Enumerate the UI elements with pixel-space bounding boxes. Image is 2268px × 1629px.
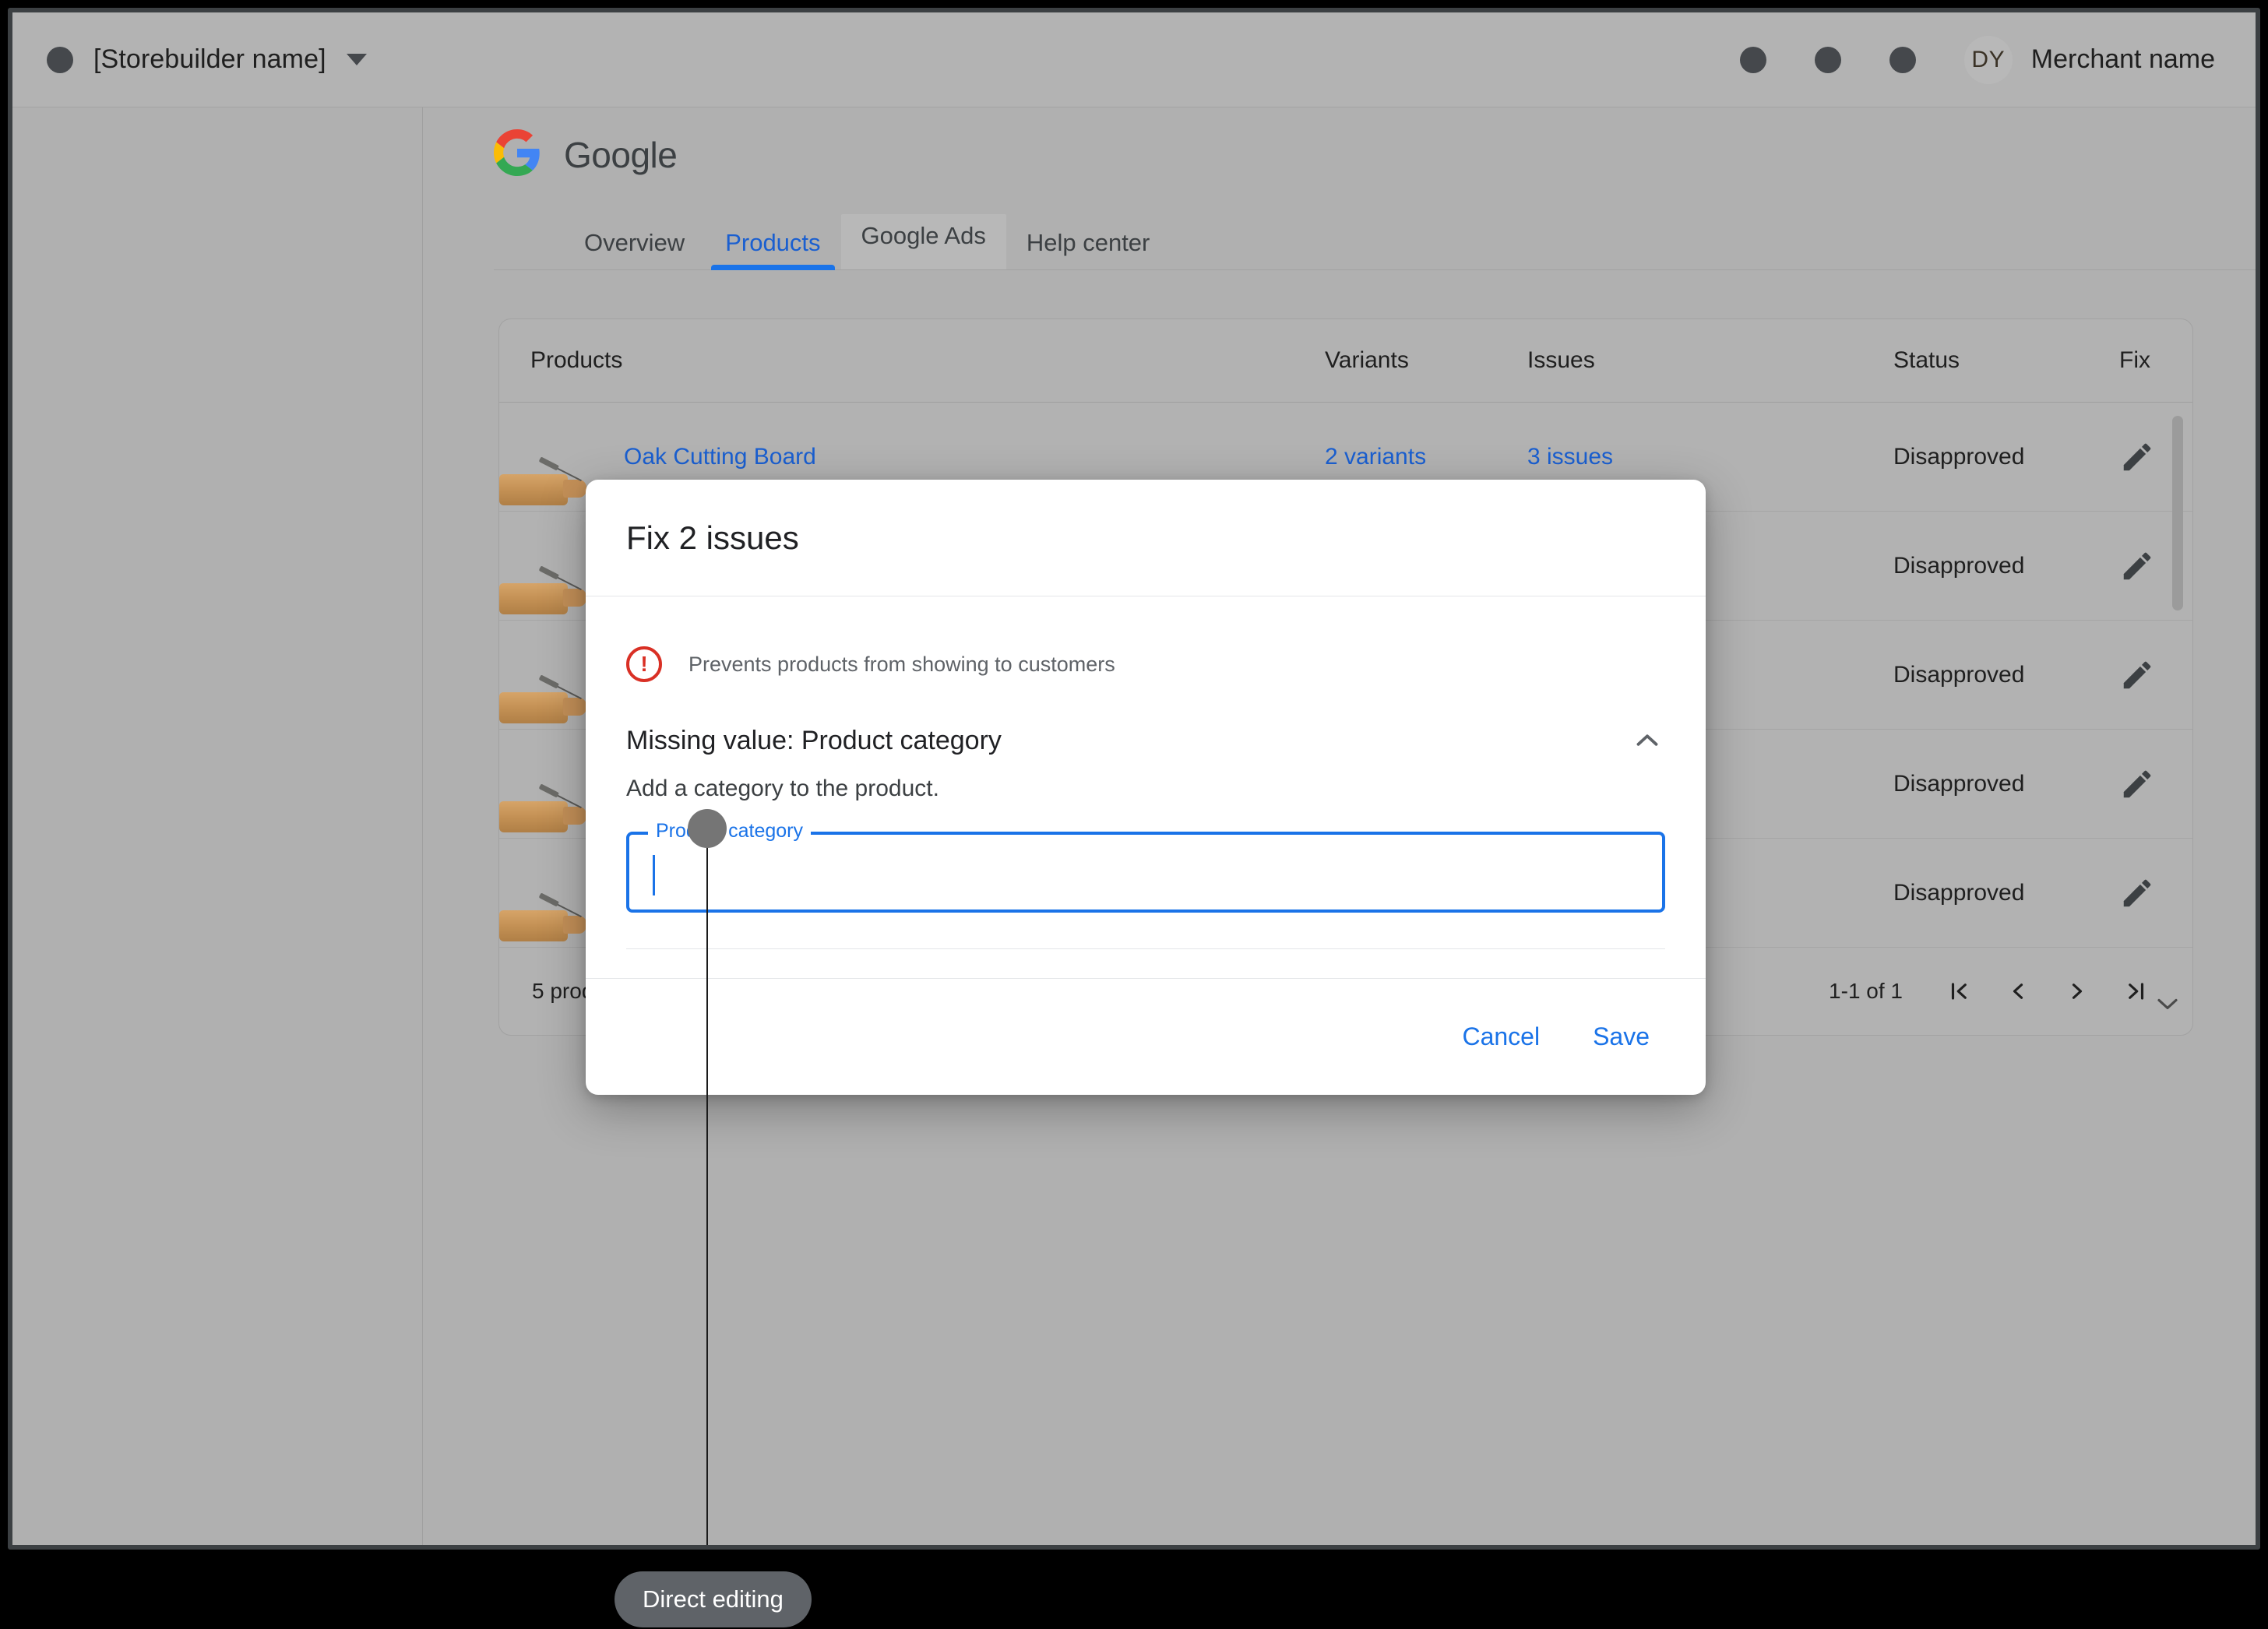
pagination-controls: 1-1 of 1 xyxy=(1829,962,2166,1021)
browser-viewport: [Storebuilder name] DY Merchant name xyxy=(12,12,2256,1545)
account-chip[interactable]: DY Merchant name xyxy=(1964,36,2215,84)
tab-products[interactable]: Products xyxy=(705,229,840,269)
pagination-range-label: 1-1 of 1 xyxy=(1829,979,1903,1004)
issue-divider xyxy=(626,948,1665,949)
store-logo-icon xyxy=(47,47,73,73)
app-top-bar: [Storebuilder name] DY Merchant name xyxy=(12,12,2256,107)
column-header-products: Products xyxy=(499,319,624,403)
column-header-spacer xyxy=(624,319,1325,403)
issue-description: Add a category to the product. xyxy=(626,776,1665,802)
column-header-variants: Variants xyxy=(1325,319,1527,403)
app-bar-icon-group xyxy=(1740,47,1916,73)
previous-page-icon[interactable] xyxy=(1988,962,2048,1021)
circle-icon-2[interactable] xyxy=(1815,47,1841,73)
google-g-icon xyxy=(494,129,541,180)
issue-header-missing-category[interactable]: Missing value: Product category xyxy=(626,723,1665,758)
chevron-down-icon[interactable] xyxy=(2150,987,2185,1021)
status-cell: Disapproved xyxy=(1893,403,2119,512)
dialog-title: Fix 2 issues xyxy=(626,519,799,557)
left-sidebar xyxy=(12,107,423,1545)
tab-overview[interactable]: Overview xyxy=(564,229,705,269)
tab-help-center[interactable]: Help center xyxy=(1006,229,1171,269)
browser-window: [Storebuilder name] DY Merchant name xyxy=(8,8,2260,1550)
merchant-name-label: Merchant name xyxy=(2031,44,2215,75)
google-wordmark: Google xyxy=(564,134,677,176)
pencil-icon[interactable] xyxy=(2119,657,2155,693)
app-bar-right-cluster: DY Merchant name xyxy=(1740,36,2215,84)
status-cell: Disapproved xyxy=(1893,512,2119,621)
dialog-footer: Cancel Save xyxy=(586,978,1706,1095)
circle-icon-3[interactable] xyxy=(1889,47,1916,73)
circle-icon-1[interactable] xyxy=(1740,47,1766,73)
status-cell: Disapproved xyxy=(1893,839,2119,948)
product-name-link[interactable]: Oak Cutting Board xyxy=(624,444,816,470)
table-scrollbar[interactable] xyxy=(2172,411,2183,925)
status-cell: Disapproved xyxy=(1893,730,2119,839)
annotation-leader-line xyxy=(706,829,708,1545)
store-switcher[interactable]: [Storebuilder name] xyxy=(47,44,367,75)
text-caret-icon xyxy=(653,855,655,895)
table-scrollbar-thumb[interactable] xyxy=(2172,416,2183,610)
cancel-button[interactable]: Cancel xyxy=(1443,1008,1558,1065)
tabstrip: Overview Products Google Ads Help center xyxy=(494,214,2256,270)
dialog-body: ! Prevents products from showing to cust… xyxy=(586,596,1706,978)
products-table-head: Products Variants Issues Status Fix xyxy=(499,319,2193,403)
column-header-status: Status xyxy=(1893,319,2119,403)
dialog-header: Fix 2 issues xyxy=(586,480,1706,596)
issue-title: Missing value: Product category xyxy=(626,726,1002,756)
chevron-up-icon[interactable] xyxy=(1629,723,1665,758)
product-category-label: Product category xyxy=(648,822,811,841)
pencil-icon[interactable] xyxy=(2119,548,2155,584)
fix-issues-dialog: Fix 2 issues ! Prevents products from sh… xyxy=(586,480,1706,1095)
issues-link[interactable]: 3 issues xyxy=(1527,444,1613,470)
next-page-icon[interactable] xyxy=(2048,962,2107,1021)
severity-row: ! Prevents products from showing to cust… xyxy=(626,596,1665,682)
store-name-label: [Storebuilder name] xyxy=(93,44,326,75)
tab-google-ads[interactable]: Google Ads xyxy=(841,214,1006,269)
google-brand: Google xyxy=(494,129,2256,180)
severity-text: Prevents products from showing to custom… xyxy=(688,653,1115,677)
google-app-header: Google Overview Products Google Ads Help… xyxy=(424,107,2256,270)
save-button[interactable]: Save xyxy=(1574,1008,1668,1065)
product-count-label: 5 prod xyxy=(532,979,593,1004)
avatar: DY xyxy=(1964,36,2013,84)
cursor-dot-icon xyxy=(688,809,727,848)
first-page-icon[interactable] xyxy=(1929,962,1988,1021)
status-cell: Disapproved xyxy=(1893,621,2119,730)
column-header-fix: Fix xyxy=(2119,319,2193,403)
column-header-issues: Issues xyxy=(1527,319,1893,403)
annotation-chip: Direct editing xyxy=(615,1571,812,1627)
table-header-row: Products Variants Issues Status Fix xyxy=(499,319,2193,403)
pencil-icon[interactable] xyxy=(2119,875,2155,911)
product-category-input[interactable]: Product category xyxy=(626,832,1665,913)
pencil-icon[interactable] xyxy=(2119,439,2155,475)
pencil-icon[interactable] xyxy=(2119,766,2155,802)
variants-link[interactable]: 2 variants xyxy=(1325,444,1426,470)
error-exclamation-icon: ! xyxy=(626,646,662,682)
chevron-down-icon[interactable] xyxy=(347,54,367,65)
